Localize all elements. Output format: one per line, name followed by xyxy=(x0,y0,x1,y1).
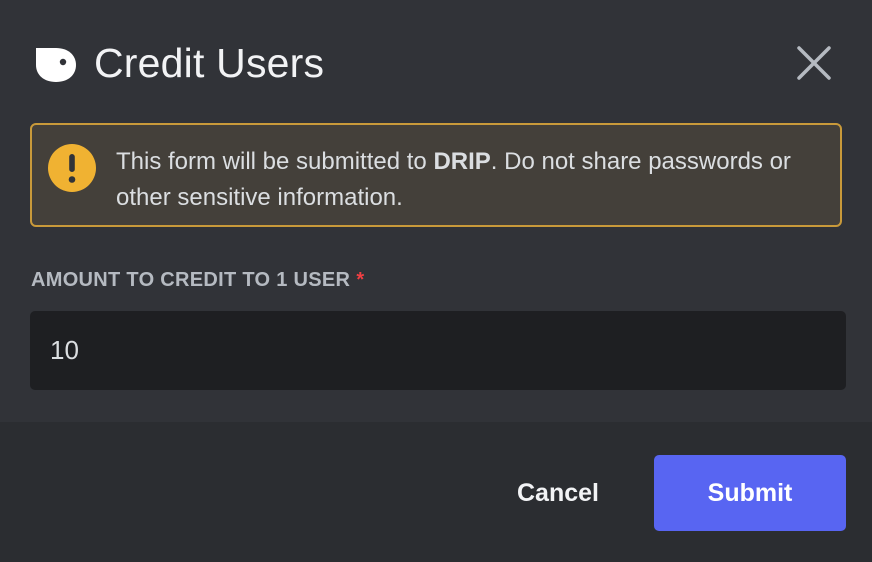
modal-footer: Cancel Submit xyxy=(0,422,872,562)
close-icon xyxy=(797,46,831,80)
warning-banner: This form will be submitted to DRIP. Do … xyxy=(30,123,842,227)
drip-logo-icon xyxy=(36,48,76,82)
amount-field-label: AMOUNT TO CREDIT TO 1 USER * xyxy=(31,266,364,294)
modal-title: Credit Users xyxy=(94,40,325,86)
warning-text-before: This form will be submitted to xyxy=(116,148,434,175)
warning-app-name: DRIP xyxy=(433,148,491,175)
credit-users-modal: Credit Users This form will be submitted… xyxy=(0,0,872,562)
amount-input[interactable] xyxy=(30,311,846,390)
warning-icon xyxy=(48,144,96,192)
modal-header: Credit Users xyxy=(0,0,872,124)
cancel-button[interactable]: Cancel xyxy=(490,455,626,531)
required-marker: * xyxy=(356,269,365,291)
submit-button[interactable]: Submit xyxy=(654,455,846,531)
close-button[interactable] xyxy=(790,36,838,88)
warning-message: This form will be submitted to DRIP. Do … xyxy=(116,144,816,216)
amount-label-text: AMOUNT TO CREDIT TO 1 USER xyxy=(31,269,351,291)
